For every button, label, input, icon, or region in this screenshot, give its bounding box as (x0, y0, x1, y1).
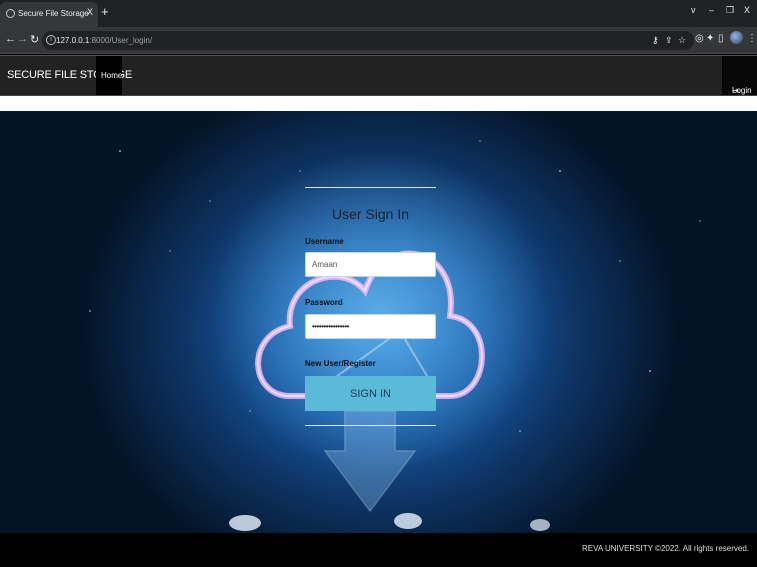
close-tab-icon[interactable]: X (87, 7, 93, 17)
site-footer: REVA UNIVERSITY ©2022. All rights reserv… (0, 533, 757, 567)
url-text: 127.0.0.1:8000/User_login/ (56, 36, 153, 45)
form-bottom-divider (305, 425, 436, 426)
reload-icon[interactable]: ↻ (30, 33, 39, 46)
share-icon[interactable]: ⇪ (665, 35, 673, 46)
back-icon[interactable]: ← (5, 33, 16, 45)
nav-login-link[interactable]: ⇥ Login (722, 56, 757, 95)
extension-icon[interactable]: ◎ (695, 33, 704, 44)
tab-search-icon[interactable]: v (691, 5, 696, 15)
browser-tab[interactable]: Secure File Storage X (0, 2, 98, 27)
form-top-divider (305, 187, 436, 188)
footer-copyright: REVA UNIVERSITY ©2022. All rights reserv… (582, 544, 749, 553)
bookmark-star-icon[interactable]: ☆ (678, 35, 686, 46)
side-panel-icon[interactable]: ▯ (718, 33, 724, 44)
browser-toolbar: ← → ↻ i 127.0.0.1:8000/User_login/ ⚷ ⇪ ☆… (0, 27, 757, 54)
username-input[interactable] (305, 252, 436, 277)
tab-title: Secure File Storage (18, 9, 89, 18)
restore-button[interactable]: ❐ (726, 5, 734, 16)
address-bar[interactable]: i 127.0.0.1:8000/User_login/ ⚷ ⇪ ☆ (42, 31, 694, 50)
password-input[interactable] (305, 314, 436, 339)
password-label: Password (305, 298, 343, 307)
site-info-icon[interactable]: i (46, 35, 56, 45)
site-navbar: SECURE FILE STORAGE Home ⇥ Login (0, 55, 757, 96)
register-link[interactable]: New User/Register (305, 359, 376, 368)
minimize-button[interactable]: – (709, 5, 714, 15)
forward-icon[interactable]: → (17, 33, 28, 45)
globe-icon (6, 9, 15, 18)
menu-kebab-icon[interactable]: ⋮ (747, 33, 757, 44)
username-label: Username (305, 237, 344, 246)
browser-tab-strip: Secure File Storage X + v – ❐ X (0, 0, 757, 27)
new-tab-button[interactable]: + (101, 4, 109, 19)
navbar-spacer (0, 96, 757, 111)
form-title: User Sign In (331, 206, 410, 222)
sign-in-button[interactable]: SIGN IN (305, 376, 436, 411)
profile-avatar[interactable] (730, 31, 743, 44)
puzzle-icon[interactable]: ✦ (706, 33, 714, 44)
key-icon[interactable]: ⚷ (652, 35, 659, 46)
nav-home-label: Home (101, 71, 123, 80)
nav-home-link[interactable]: Home (96, 56, 122, 95)
close-window-button[interactable]: X (744, 5, 750, 15)
